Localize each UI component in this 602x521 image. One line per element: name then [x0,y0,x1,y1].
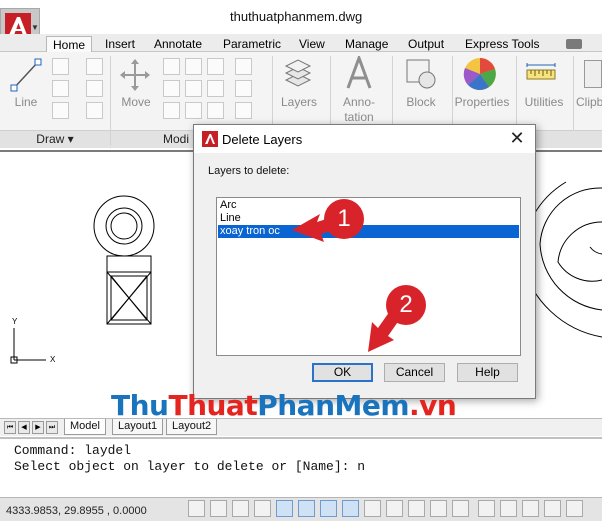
watermark-part: .vn [409,389,457,422]
step-2-badge: 2 [386,285,426,325]
step-1-badge: 1 [324,199,364,239]
annotation-arrows [292,214,402,352]
watermark-part: PhanMem [257,389,410,422]
watermark: ThuThuatPhanMem.vn [111,389,457,422]
watermark-part: Thu [111,389,169,422]
watermark-part: Thuat [168,389,258,422]
